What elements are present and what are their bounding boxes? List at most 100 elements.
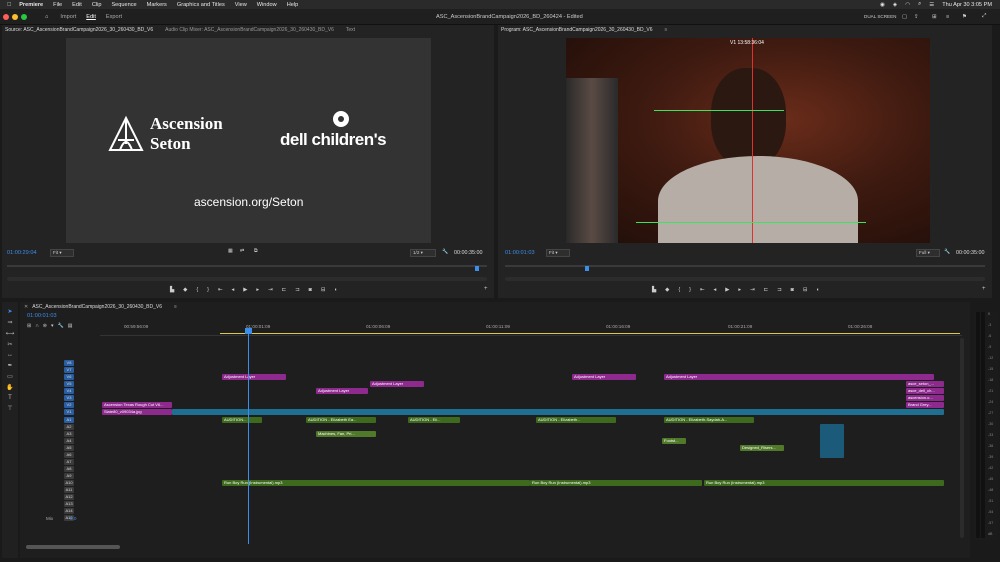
type-tool-icon[interactable]: T: [8, 395, 12, 401]
pen-tool-icon[interactable]: ✒: [7, 362, 12, 369]
clip-v6-r1[interactable]: asce_seton_...: [906, 381, 944, 387]
dropbox-icon[interactable]: ◈: [893, 2, 897, 8]
clip-adjustment-3[interactable]: Adjustment Layer: [370, 381, 424, 387]
menu-clip[interactable]: Clip: [92, 2, 102, 8]
clip-a1-d[interactable]: AUDITION - Elizabeth...: [536, 417, 616, 423]
clip-v6-r3[interactable]: ascension.o...: [906, 395, 944, 401]
extract-icon[interactable]: ⊐: [777, 287, 782, 293]
lift-icon[interactable]: ▙: [652, 287, 656, 293]
out-point-icon[interactable]: }: [207, 287, 209, 293]
go-to-out-icon[interactable]: ⇥: [750, 287, 755, 293]
timeline-playhead-handle[interactable]: [245, 328, 252, 334]
go-to-out-icon[interactable]: ⇥: [268, 287, 273, 293]
tab-audio-mixer[interactable]: Audio Clip Mixer: ASC_AscensionBrandCamp…: [165, 27, 334, 33]
clip-a1-a[interactable]: AUDITION...: [222, 417, 262, 423]
add-button-icon[interactable]: +: [484, 286, 488, 292]
in-point-icon[interactable]: {: [196, 287, 198, 293]
track-a1[interactable]: A1: [64, 417, 74, 423]
marker-icon[interactable]: ◆: [183, 287, 187, 293]
razor-icon[interactable]: ✂: [7, 341, 12, 348]
tab-edit[interactable]: Edit: [86, 14, 96, 20]
source-timecode[interactable]: 01:00:29:04: [7, 250, 37, 256]
clip-v6-r2[interactable]: asce_dell_ch...: [906, 388, 944, 394]
wifi-icon[interactable]: ◠: [905, 2, 910, 8]
tab-text[interactable]: Text: [346, 27, 355, 33]
menu-file[interactable]: File: [53, 2, 62, 8]
go-to-in-icon[interactable]: ⇤: [700, 287, 705, 293]
track-select-icon[interactable]: ⇒: [7, 319, 12, 326]
tab-program[interactable]: Program: ASC_AscensionBrandCampaign2026_…: [501, 27, 653, 33]
track-a10[interactable]: A10: [64, 480, 74, 486]
settings-icon[interactable]: ≡: [946, 14, 949, 20]
ripple-edit-icon[interactable]: ⟷: [6, 330, 15, 337]
clip-a4-footsteps[interactable]: Footst...: [662, 438, 686, 444]
timeline-close-icon[interactable]: ✕: [24, 304, 28, 310]
track-a8[interactable]: A8: [64, 466, 74, 472]
slip-tool-icon[interactable]: ↔: [7, 352, 13, 358]
timeline-timecode[interactable]: 01:00:01:03: [27, 313, 57, 319]
notifications-icon[interactable]: ⊞: [932, 14, 937, 20]
settings-icon[interactable]: ⇄: [240, 248, 244, 254]
search-icon[interactable]: ⌕: [918, 1, 921, 8]
menu-window[interactable]: Window: [257, 2, 277, 8]
track-v3[interactable]: V3: [64, 395, 74, 401]
tab-export[interactable]: Export: [106, 14, 122, 20]
hand-tool-icon[interactable]: ✋: [6, 384, 13, 391]
status-icon[interactable]: ◉: [880, 2, 885, 8]
menu-sequence[interactable]: Sequence: [111, 2, 136, 8]
track-a11[interactable]: A11: [64, 487, 74, 493]
snap-icon[interactable]: ⊞: [27, 323, 31, 329]
clip-a10-b[interactable]: Run Boy Run (Instrumental).mp3: [530, 480, 702, 486]
timeline-ruler[interactable]: 00:59:56:09 01:00:01:09 01:00:06:09 01:0…: [100, 322, 962, 336]
minimize-window-button[interactable]: [12, 13, 18, 20]
audio-icon[interactable]: ◐: [334, 287, 337, 293]
track-a3[interactable]: A3: [64, 431, 74, 437]
program-zoom-bar[interactable]: [505, 277, 985, 281]
tab-import[interactable]: Import: [60, 14, 76, 20]
track-v5[interactable]: V5: [64, 381, 74, 387]
menubar-clock[interactable]: Thu Apr 30 3:05 PM: [942, 2, 992, 8]
source-zoom-bar[interactable]: [7, 277, 487, 281]
step-forward-icon[interactable]: ▸: [256, 287, 259, 293]
clip-a10-a[interactable]: Run Boy Run (Instrumental).mp3: [222, 480, 530, 486]
source-scrubber[interactable]: [7, 265, 487, 267]
track-v7[interactable]: V7: [64, 367, 74, 373]
compare-icon[interactable]: ⊟: [803, 287, 808, 293]
track-a13[interactable]: A13: [64, 501, 74, 507]
clip-adjustment-4[interactable]: Adjustment Layer: [572, 374, 636, 380]
rectangle-tool-icon[interactable]: ▭: [7, 373, 13, 380]
help-icon[interactable]: ⚑: [962, 14, 967, 20]
source-fit-select[interactable]: Fit ▾: [50, 249, 74, 257]
clip-a10-c[interactable]: Run Boy Run (Instrumental).mp3: [704, 480, 944, 486]
menu-markers[interactable]: Markers: [147, 2, 167, 8]
step-forward-icon[interactable]: ▸: [738, 287, 741, 293]
clip-a4-risers[interactable]: Designed_Risers...: [740, 445, 784, 451]
clip-a1-e[interactable]: AUDITION - Elizabeth-Saydah-A...: [664, 417, 754, 423]
clip-adjustment-2[interactable]: Adjustment Layer: [316, 388, 368, 394]
track-a9[interactable]: A9: [64, 473, 74, 479]
program-timecode[interactable]: 01:00:01:03: [505, 250, 535, 256]
track-a7[interactable]: A7: [64, 459, 74, 465]
step-back-icon[interactable]: ◂: [713, 287, 716, 293]
marker-icon[interactable]: ▾: [51, 323, 54, 329]
go-to-in-icon[interactable]: ⇤: [218, 287, 223, 293]
step-back-icon[interactable]: ◂: [231, 287, 234, 293]
share-icon[interactable]: ⇪: [914, 14, 919, 20]
track-a6[interactable]: A6: [64, 452, 74, 458]
clip-v1-track[interactable]: [172, 409, 944, 415]
add-marker-icon[interactable]: ⊜: [43, 323, 47, 329]
track-a5[interactable]: A5: [64, 445, 74, 451]
caption-tool-icon[interactable]: ⊤: [7, 405, 12, 412]
safe-margins-icon[interactable]: ▦: [228, 248, 233, 254]
selection-tool-icon[interactable]: ➤: [7, 308, 12, 315]
fullscreen-icon[interactable]: ▢: [902, 14, 907, 20]
track-v4[interactable]: V4: [64, 388, 74, 394]
clip-a1-b[interactable]: AUDITION - Elizabeth Ea...: [306, 417, 376, 423]
export-frame-icon[interactable]: ⧉: [254, 248, 258, 254]
track-v8[interactable]: V8: [64, 360, 74, 366]
insert-icon[interactable]: ⊏: [282, 287, 287, 293]
menu-edit[interactable]: Edit: [72, 2, 82, 8]
app-menu[interactable]: Premiere: [19, 2, 43, 8]
track-a4[interactable]: A4: [64, 438, 74, 444]
source-playhead[interactable]: [475, 266, 479, 271]
